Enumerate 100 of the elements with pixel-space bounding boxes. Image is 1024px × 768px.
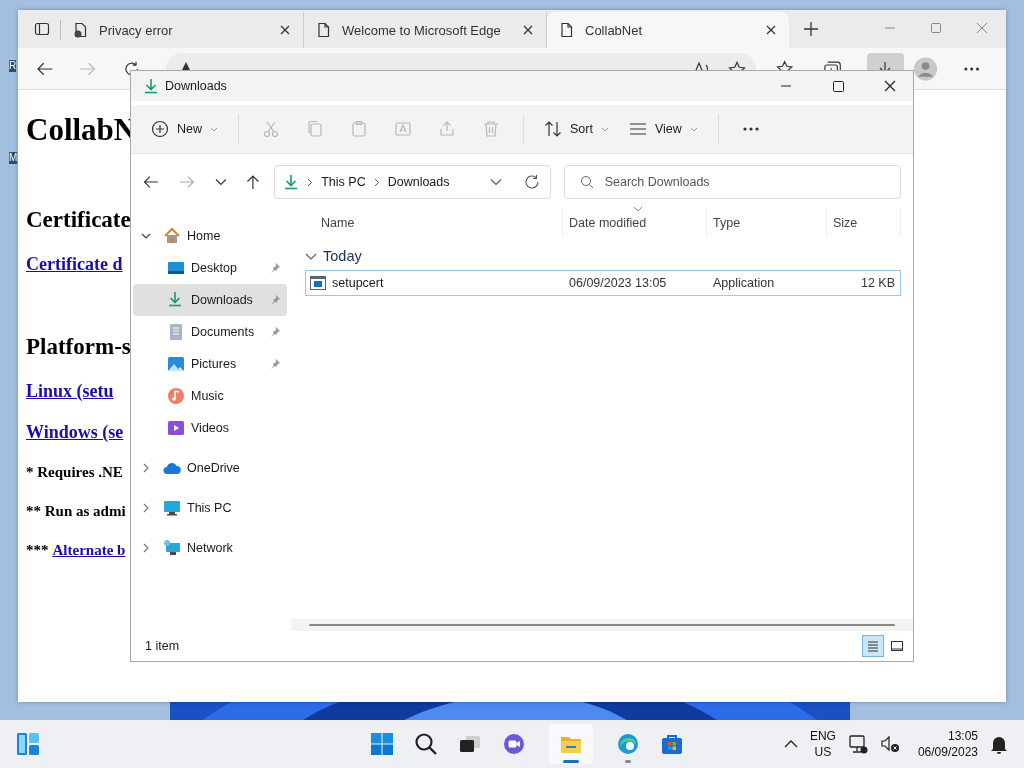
download-link[interactable]: Certificate d [26, 253, 123, 275]
document-icon [167, 323, 185, 341]
note-text: *** [26, 541, 49, 560]
collections-icon[interactable] [821, 60, 841, 70]
date-cell-text: 06/09/2023 13:05 [568, 275, 668, 292]
download-link[interactable]: Windows (se [26, 421, 124, 443]
close-icon[interactable] [522, 24, 534, 36]
taskbar-button[interactable] [549, 724, 593, 764]
download-link[interactable]: Linux (setu [26, 380, 114, 402]
link[interactable]: Alternate b [52, 540, 126, 560]
view-button[interactable]: View [618, 116, 708, 142]
size-cell-text: 12 KB [859, 275, 896, 292]
back-arrow-icon[interactable] [143, 175, 159, 189]
page-icon [316, 22, 332, 38]
address-field[interactable]: This PC Downloads [274, 165, 551, 199]
notification-bell-icon[interactable] [990, 734, 1008, 754]
nav-item[interactable]: Pictures [133, 348, 287, 380]
browser-icon[interactable] [616, 732, 640, 756]
house-icon [163, 227, 181, 245]
volume-muted-icon[interactable] [879, 734, 900, 754]
column-header[interactable]: Type [707, 210, 827, 236]
caret-icon [600, 126, 609, 132]
nav-item[interactable]: OneDrive [133, 452, 287, 484]
chevron-right-icon [307, 177, 314, 187]
nav-item[interactable]: Home [133, 220, 287, 252]
favorites-icon[interactable] [776, 60, 796, 70]
breadcrumb-item[interactable]: Downloads [387, 175, 450, 189]
downloads-button[interactable] [866, 53, 904, 70]
new-button[interactable]: New [141, 114, 228, 144]
breadcrumb-item[interactable]: This PC [321, 175, 366, 189]
error-page-icon [73, 22, 89, 38]
nav-item[interactable]: Network [133, 532, 287, 564]
close-icon[interactable] [279, 24, 291, 36]
column-header[interactable]: Size [827, 210, 901, 236]
language-indicator[interactable]: ENG US [809, 728, 836, 760]
video-icon [167, 419, 185, 437]
file-row[interactable]: setupcert 06/09/2023 13:05 Application 12 KB [305, 270, 901, 296]
back-arrow-icon[interactable] [36, 60, 54, 77]
shopping-bag-icon[interactable] [660, 732, 684, 756]
sort-button[interactable]: Sort [534, 114, 619, 144]
more-icon[interactable] [962, 65, 980, 72]
nav-item[interactable]: Music [133, 380, 287, 412]
up-arrow-icon[interactable] [246, 174, 261, 190]
column-header[interactable]: Date modified [563, 210, 707, 236]
tab-actions-icon[interactable] [34, 21, 50, 37]
lines-icon [628, 122, 647, 136]
network-icon [163, 539, 181, 557]
tab-title: Welcome to Microsoft Edge [342, 22, 502, 38]
widgets-icon[interactable] [16, 732, 40, 756]
window-title: Downloads [165, 79, 227, 93]
desktop-icon [167, 259, 185, 277]
note-text: ** Run as admi [26, 502, 126, 521]
scrollbar-thumb[interactable] [309, 624, 895, 626]
column-header[interactable]: Name [301, 210, 563, 236]
item-count: 1 item [145, 639, 180, 653]
star-icon[interactable] [728, 61, 747, 70]
chevron-right-icon[interactable] [141, 543, 151, 553]
chat-icon[interactable] [502, 732, 526, 756]
sort-caret-icon [633, 206, 643, 212]
file-name: setupcert [332, 276, 384, 290]
search-icon [579, 175, 594, 189]
monitor-icon [163, 499, 181, 517]
application-icon [310, 276, 326, 290]
note-text: * Requires .NE [26, 463, 123, 482]
chevron-right-icon[interactable] [141, 463, 151, 473]
chevron-right-icon[interactable] [141, 503, 151, 513]
nav-item[interactable]: Documents [133, 316, 287, 348]
group-header[interactable]: Today [301, 244, 901, 268]
nav-item[interactable]: Desktop [133, 252, 287, 284]
start-icon[interactable] [370, 732, 394, 756]
profile-icon[interactable] [913, 56, 937, 81]
section-heading: Platform-s [26, 333, 131, 361]
chevron-up-icon[interactable] [783, 740, 798, 748]
sort-icon [544, 120, 562, 138]
nav-item[interactable]: Downloads [133, 284, 287, 316]
music-icon [167, 387, 185, 405]
desktop-icon-label[interactable]: R [9, 60, 17, 72]
tab-title: Privacy error [99, 22, 174, 38]
browser-tab[interactable]: CollabNet [547, 12, 789, 48]
caret-icon [210, 126, 218, 132]
chevron-down-icon[interactable] [214, 178, 227, 186]
chevron-down-icon[interactable] [141, 231, 151, 241]
chevron-down-icon[interactable] [489, 178, 502, 186]
refresh-icon[interactable] [523, 174, 540, 190]
refresh-icon[interactable] [122, 59, 141, 78]
section-heading: Certificate [26, 206, 131, 234]
search-icon[interactable] [414, 732, 438, 756]
new-tab-icon[interactable] [803, 21, 819, 37]
close-icon[interactable] [765, 24, 777, 36]
desktop-icon-label[interactable]: M [9, 152, 18, 164]
caret-icon [689, 126, 698, 132]
clock[interactable]: 13:05 06/09/2023 [917, 728, 978, 760]
more-icon[interactable] [741, 126, 760, 132]
nav-item[interactable]: Videos [133, 412, 287, 444]
add-icon [151, 120, 169, 138]
network-icon[interactable] [847, 734, 868, 754]
tab-title: CollabNet [585, 22, 644, 38]
download-icon [283, 174, 300, 190]
nav-item[interactable]: This PC [133, 492, 287, 524]
search-field[interactable]: Search Downloads [563, 165, 901, 199]
